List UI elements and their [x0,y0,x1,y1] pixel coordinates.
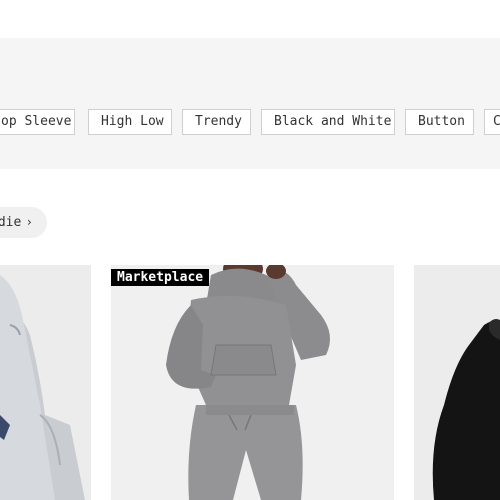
chip-label: Black and White [274,114,392,129]
filter-chip-partial[interactable]: C [484,109,500,135]
product-image-gray-hoodie-tracksuit [111,265,394,500]
chip-label: Trendy [195,114,242,129]
filter-band [0,38,500,169]
product-card[interactable]: Marketplace [111,265,394,500]
product-card[interactable] [414,265,500,500]
breadcrumb-chip[interactable]: odie › [0,207,47,238]
product-card[interactable] [0,265,91,500]
chevron-right-icon: › [27,215,32,229]
product-image-black-hoodie [414,265,500,500]
filter-chip-high-low[interactable]: High Low [88,109,172,135]
chip-label: C [493,114,500,129]
filter-chip-long-sleeve[interactable]: op Sleeve [0,109,75,135]
chip-label: Button [418,114,465,129]
marketplace-badge: Marketplace [111,269,210,286]
filter-chip-black-and-white[interactable]: Black and White [261,109,395,135]
filter-chip-trendy[interactable]: Trendy [182,109,251,135]
chip-label: High Low [101,114,164,129]
breadcrumb-label: odie [0,215,22,230]
marketplace-badge-label: Marketplace [117,270,204,285]
filter-chip-button[interactable]: Button [405,109,474,135]
chip-label: op Sleeve [1,114,72,129]
product-image-light-gray-hoodie [0,265,91,500]
